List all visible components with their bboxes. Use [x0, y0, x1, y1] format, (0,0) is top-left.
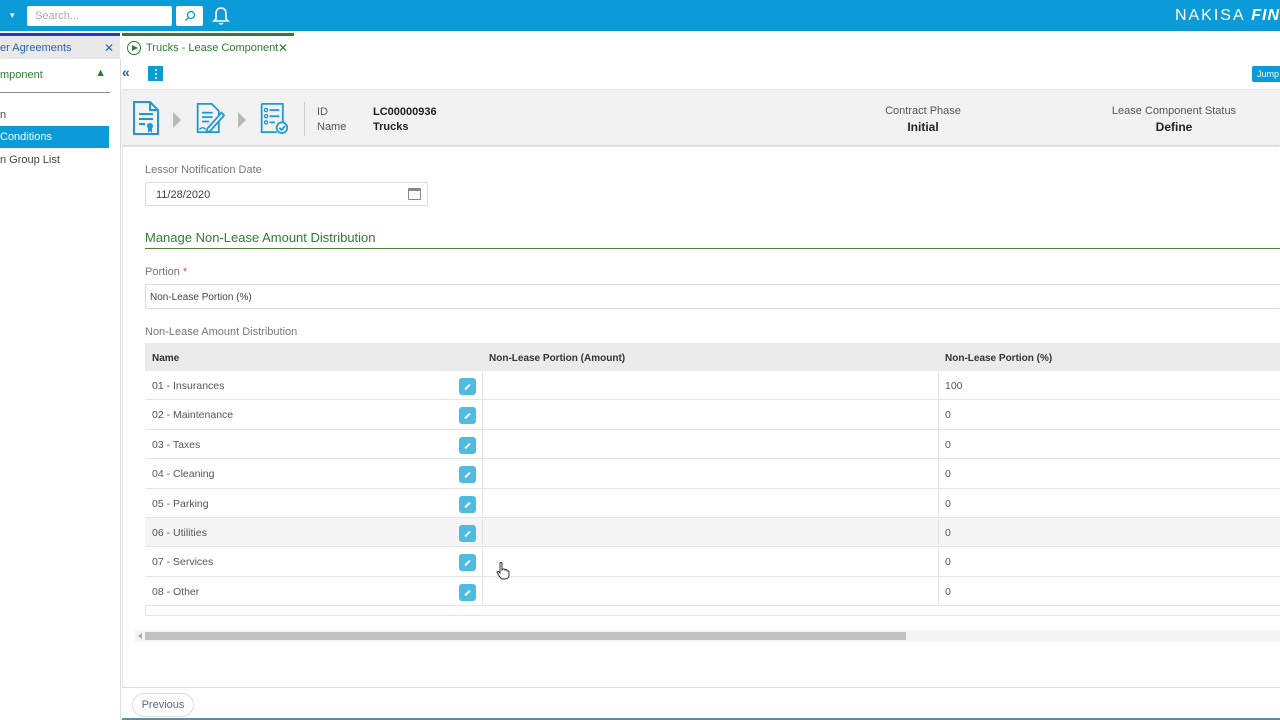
name-value: Trucks — [373, 121, 409, 133]
table-row: 03 - Taxes 0 — [145, 429, 1280, 460]
table-row: 08 - Other 0 — [145, 576, 1280, 607]
play-circle-icon — [127, 41, 141, 55]
tab-bar: er Agreements ✕ Trucks - Lease Component… — [0, 31, 1280, 59]
notifications-button[interactable] — [210, 5, 232, 27]
search-input[interactable] — [27, 6, 172, 26]
main-content: Lessor Notification Date 11/28/2020 Mana… — [122, 147, 1280, 687]
distribution-table-label: Non-Lease Amount Distribution — [145, 326, 298, 338]
sidebar-item-conditions[interactable]: Conditions — [0, 126, 109, 148]
footer-bar: Previous — [122, 687, 1280, 720]
calendar-icon[interactable] — [408, 188, 421, 200]
column-header-amount[interactable]: Non-Lease Portion (Amount) — [489, 353, 625, 364]
horizontal-scrollbar[interactable] — [135, 630, 1280, 642]
step-arrow-icon — [238, 112, 246, 128]
column-header-name[interactable]: Name — [152, 353, 179, 364]
id-value: LC00000936 — [373, 106, 437, 118]
sidebar: mponent ▲ n Conditions n Group List — [0, 59, 121, 720]
kebab-icon — [154, 68, 157, 71]
brand-logo: NAKISA FIN — [1174, 7, 1280, 24]
id-label: ID — [317, 106, 328, 118]
table-row: 06 - Utilities 0 — [145, 517, 1280, 548]
tab-label: Trucks - Lease Component — [146, 42, 279, 54]
edit-icon[interactable] — [459, 378, 476, 395]
tab-agreements[interactable]: er Agreements ✕ — [0, 33, 120, 59]
portion-select[interactable]: Non-Lease Portion (%) — [145, 284, 1280, 309]
contract-document-icon[interactable] — [131, 100, 161, 136]
contract-phase: Contract Phase Initial — [863, 105, 983, 134]
edit-icon[interactable] — [459, 436, 476, 454]
search-scope-dropdown[interactable]: ▾ — [0, 6, 22, 25]
search-icon — [184, 10, 195, 21]
more-options-button[interactable] — [148, 66, 163, 81]
table-row: 04 - Cleaning 0 — [145, 459, 1280, 489]
chevron-up-icon[interactable]: ▲ — [95, 67, 106, 79]
header-divider — [304, 102, 305, 136]
record-header: ID LC00000936 Name Trucks Contract Phase… — [122, 89, 1280, 145]
sidebar-item-group-list[interactable]: n Group List — [0, 149, 109, 171]
checklist-icon[interactable] — [259, 100, 289, 136]
close-icon[interactable]: ✕ — [278, 41, 288, 55]
table-header: Name Non-Lease Portion (Amount) Non-Leas… — [145, 343, 1280, 371]
contract-phase-value: Initial — [907, 120, 939, 134]
lease-component-status: Lease Component Status Define — [1104, 105, 1244, 134]
edit-document-icon[interactable] — [195, 100, 225, 136]
section-title: Manage Non-Lease Amount Distribution — [145, 230, 1280, 249]
edit-icon[interactable] — [459, 495, 476, 513]
table-row: 01 - Insurances 100 — [145, 371, 1280, 401]
edit-icon[interactable] — [459, 407, 476, 425]
table-footer — [145, 606, 1280, 617]
edit-icon[interactable] — [459, 583, 476, 601]
bell-icon — [212, 7, 230, 25]
step-arrow-icon — [173, 112, 181, 128]
sidebar-section-header[interactable]: mponent ▲ — [0, 67, 110, 93]
portion-label: Portion * — [145, 266, 188, 278]
column-header-percent[interactable]: Non-Lease Portion (%) — [945, 353, 1052, 364]
table-row: 05 - Parking 0 — [145, 488, 1280, 518]
sidebar-item[interactable]: n — [0, 104, 109, 126]
collapse-sidebar-button[interactable]: « — [122, 64, 138, 82]
jump-button[interactable]: Jump — [1252, 66, 1280, 82]
tab-label: er Agreements — [0, 42, 72, 54]
tab-trucks-lease-component[interactable]: Trucks - Lease Component ✕ — [122, 33, 294, 59]
previous-button[interactable]: Previous — [132, 693, 194, 717]
edit-icon[interactable] — [459, 524, 476, 542]
table-row: 07 - Services 0 — [145, 547, 1280, 577]
hand-cursor-icon — [496, 562, 510, 580]
status-value: Define — [1155, 120, 1193, 134]
scroll-left-icon[interactable] — [138, 633, 142, 639]
name-label: Name — [317, 121, 347, 133]
table-row: 02 - Maintenance 0 — [145, 400, 1280, 430]
top-bar: ▾ NAKISA FIN — [0, 0, 1280, 31]
lessor-notification-date-input[interactable]: 11/28/2020 — [145, 182, 428, 206]
close-icon[interactable]: ✕ — [104, 41, 114, 55]
distribution-table: Name Non-Lease Portion (Amount) Non-Leas… — [145, 343, 1280, 617]
lessor-notification-date-label: Lessor Notification Date — [145, 164, 262, 176]
edit-icon[interactable] — [459, 466, 476, 484]
edit-icon[interactable] — [459, 554, 476, 572]
scrollbar-thumb[interactable] — [145, 632, 906, 640]
search-button[interactable] — [176, 6, 203, 26]
